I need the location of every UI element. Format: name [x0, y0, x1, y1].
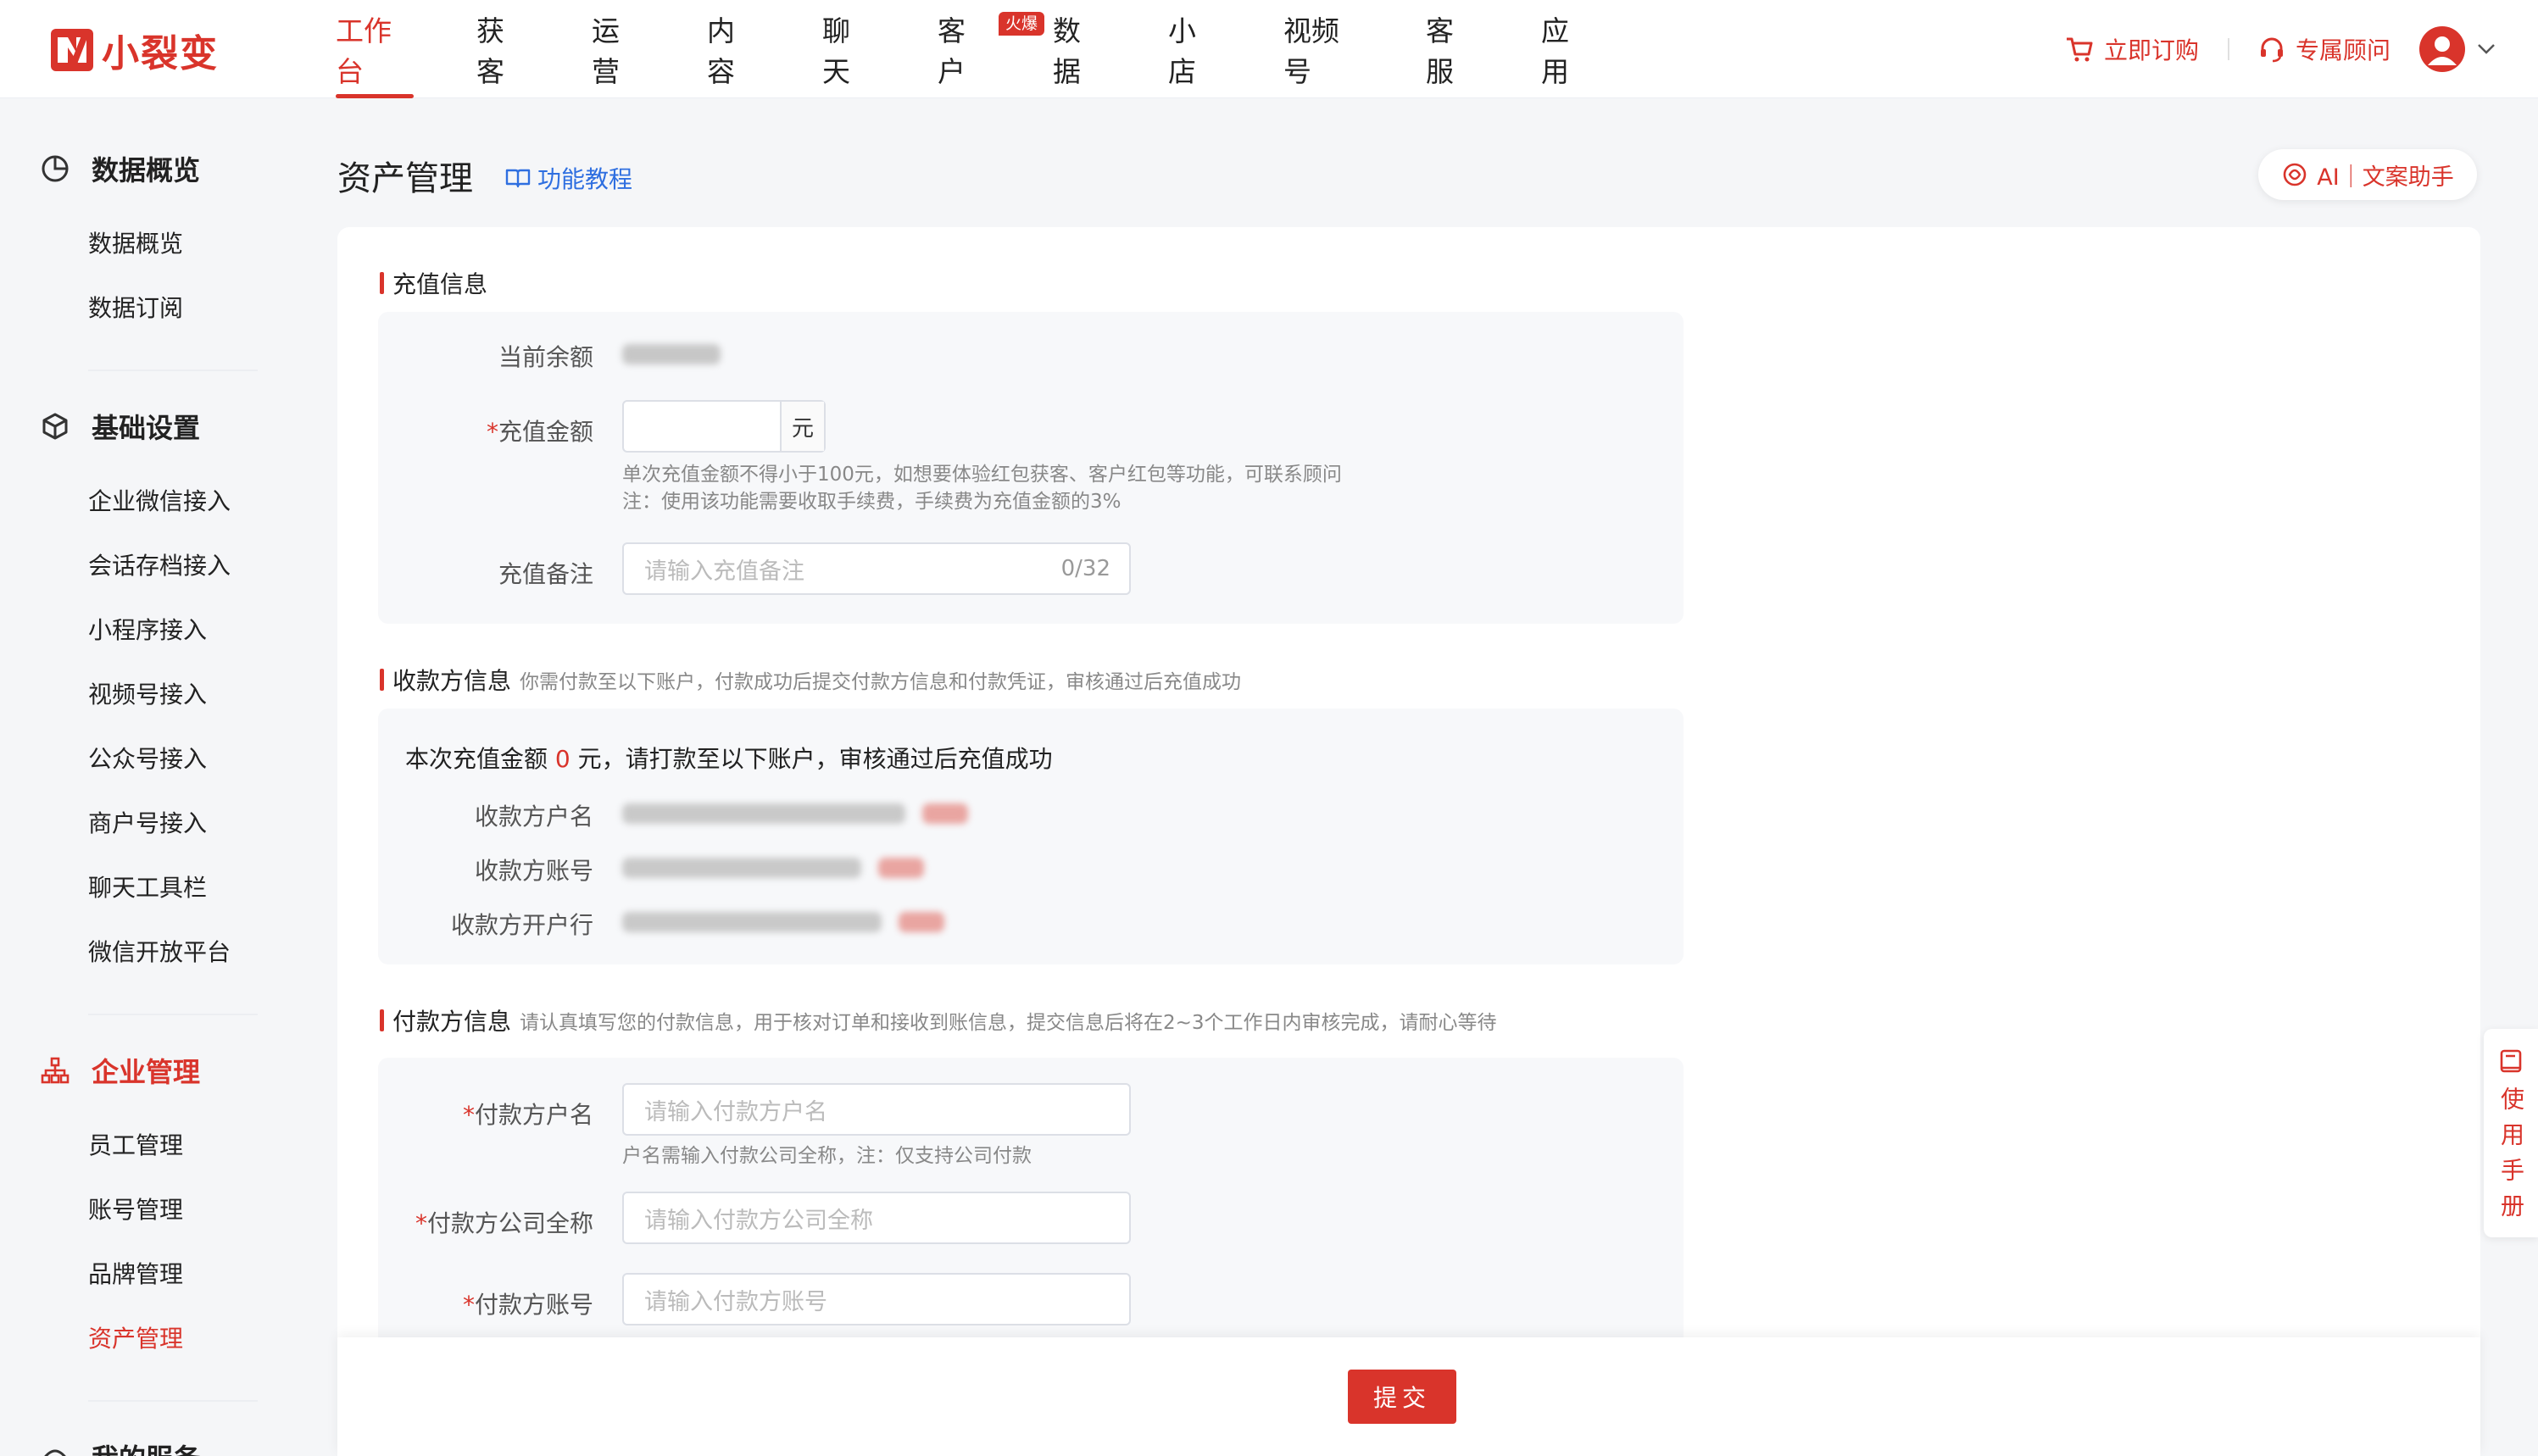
payer-company-input[interactable]: 请输入付款方公司全称: [622, 1192, 1131, 1244]
sidebar-item-accounts[interactable]: 账号管理: [88, 1193, 183, 1227]
remark-counter: 0/32: [1060, 556, 1110, 581]
submit-button[interactable]: 提交: [1348, 1370, 1456, 1424]
amount-hint: 单次充值金额不得小于100元，如想要体验红包获客、客户红包等功能，可联系顾问: [622, 464, 1342, 486]
nav-item-apps[interactable]: 应用: [1541, 0, 1594, 98]
nav-item-content[interactable]: 内容: [707, 0, 760, 98]
sidebar-group-enterprise[interactable]: 企业管理: [41, 1049, 200, 1092]
payer-section-subtitle: 请认真填写您的付款信息，用于核对订单和接收到账信息，提交信息后将在2~3个工作日…: [520, 1012, 1497, 1034]
chevron-down-icon[interactable]: [2477, 43, 2496, 55]
payer-name-label: *付款方户名: [462, 1101, 593, 1129]
payee-section-subtitle: 你需付款至以下账户，付款成功后提交付款方信息和付款凭证，审核通过后充值成功: [520, 671, 1242, 693]
payee-bank-redacted: [622, 912, 882, 932]
payer-company-label: *付款方公司全称: [415, 1209, 593, 1237]
sidebar-item-wecom[interactable]: 企业微信接入: [88, 485, 231, 519]
payee-summary: 本次充值金额 0 元，请打款至以下账户，审核通过后充值成功: [405, 745, 1053, 773]
header-divider: [2227, 38, 2229, 60]
user-manual-tab[interactable]: 使用手册: [2484, 1029, 2538, 1237]
sidebar-group-my-services[interactable]: 我的服务: [41, 1436, 200, 1456]
amount-label: *充值金额: [486, 418, 593, 446]
sidebar: 数据概览 数据概览 数据订阅 基础设置 企业微信接入 会话存档接入 小程序接入 …: [0, 100, 305, 1456]
ai-copywriting-button[interactable]: AI｜文案助手: [2258, 149, 2477, 200]
amount-input[interactable]: 元: [622, 400, 826, 453]
sidebar-divider: [88, 1400, 258, 1402]
main-nav: 工作台 获客 运营 内容 聊天 客户 数据 小店 视频号 客服 应用: [336, 0, 1594, 98]
nav-item-chat[interactable]: 聊天: [822, 0, 875, 98]
cube-icon: [42, 413, 68, 440]
sidebar-item-channels[interactable]: 视频号接入: [88, 678, 207, 712]
user-avatar[interactable]: [2419, 26, 2465, 72]
nav-item-service[interactable]: 客服: [1426, 0, 1478, 98]
remark-label: 充值备注: [498, 560, 593, 588]
advisor-link[interactable]: 专属顾问: [2258, 32, 2391, 66]
ai-swirl-icon: [2283, 163, 2307, 186]
nav-item-acquire[interactable]: 获客: [476, 0, 529, 98]
nav-item-customer[interactable]: 客户: [938, 0, 990, 98]
tutorial-link[interactable]: 功能教程: [505, 161, 632, 195]
recharge-section-title: 充值信息: [380, 266, 487, 300]
sidebar-divider: [88, 1014, 258, 1015]
subscribe-link[interactable]: 立即订购: [2065, 32, 2199, 66]
cart-icon: [2066, 37, 2093, 62]
nav-item-operate[interactable]: 运营: [592, 0, 644, 98]
nav-item-channels[interactable]: 视频号: [1283, 0, 1363, 98]
form-footer: 提交: [337, 1337, 2480, 1456]
page-title: 资产管理: [337, 159, 473, 198]
nav-item-data[interactable]: 数据: [1053, 0, 1105, 98]
sidebar-item-brand[interactable]: 品牌管理: [88, 1258, 183, 1292]
payee-account-label: 收款方账号: [474, 857, 593, 885]
sidebar-item-chat-toolbar[interactable]: 聊天工具栏: [88, 871, 207, 905]
sidebar-item-staff[interactable]: 员工管理: [88, 1129, 183, 1163]
payer-section-title: 付款方信息 请认真填写您的付款信息，用于核对订单和接收到账信息，提交信息后将在2…: [380, 1003, 1497, 1037]
sidebar-item-miniprogram[interactable]: 小程序接入: [88, 614, 207, 647]
manual-book-icon: [2500, 1049, 2522, 1073]
user-manual-label: 使用手册: [2497, 1086, 2525, 1229]
copy-payee-account-button[interactable]: [878, 858, 924, 878]
sidebar-group-basic-settings[interactable]: 基础设置: [41, 405, 200, 447]
service-icon: [44, 1449, 66, 1456]
payer-name-input[interactable]: 请输入付款方户名: [622, 1083, 1131, 1136]
remark-input[interactable]: 请输入充值备注 0/32: [622, 542, 1131, 595]
nav-item-shop[interactable]: 小店: [1168, 0, 1221, 98]
brand-logo[interactable]: 小裂变: [51, 27, 219, 75]
hot-badge: 火爆: [999, 12, 1045, 36]
payer-account-label: *付款方账号: [462, 1291, 593, 1319]
amount-fee-note: 注：使用该功能需要收取手续费，手续费为充值金额的3%: [622, 491, 1122, 513]
book-icon: [505, 169, 531, 188]
payee-bank-label: 收款方开户行: [450, 911, 593, 939]
balance-value-redacted: [622, 344, 721, 364]
sidebar-item-merchant[interactable]: 商户号接入: [88, 807, 207, 841]
sidebar-divider: [88, 370, 258, 371]
sidebar-item-data-subscription[interactable]: 数据订阅: [88, 292, 183, 325]
sidebar-item-data-overview[interactable]: 数据概览: [88, 227, 183, 261]
sidebar-item-official-account[interactable]: 公众号接入: [88, 742, 207, 776]
payer-account-input[interactable]: 请输入付款方账号: [622, 1273, 1131, 1325]
balance-label: 当前余额: [498, 343, 593, 371]
header-right: 立即订购 专属顾问: [2065, 25, 2496, 73]
payee-name-label: 收款方户名: [474, 803, 593, 831]
sidebar-item-open-platform[interactable]: 微信开放平台: [88, 936, 231, 970]
payee-summary-amount: 0: [554, 745, 570, 773]
top-bar: 小裂变 工作台 获客 运营 内容 聊天 客户 数据 小店 视频号 客服 应用 火…: [0, 0, 2538, 98]
nav-item-workbench[interactable]: 工作台: [336, 0, 414, 98]
copy-payee-bank-button[interactable]: [899, 912, 944, 932]
amount-unit: 元: [780, 402, 824, 451]
brand-logo-icon: [51, 29, 93, 71]
payer-name-hint: 户名需输入付款公司全称，注：仅支持公司付款: [622, 1145, 1032, 1167]
pie-chart-icon: [42, 155, 69, 182]
payee-section-title: 收款方信息 你需付款至以下账户，付款成功后提交付款方信息和付款凭证，审核通过后充…: [380, 663, 1241, 697]
brand-name: 小裂变: [102, 32, 219, 75]
org-chart-icon: [41, 1057, 70, 1084]
sidebar-item-assets[interactable]: 资产管理: [88, 1322, 183, 1356]
payee-account-redacted: [622, 858, 861, 878]
sidebar-item-chat-archive[interactable]: 会话存档接入: [88, 549, 231, 583]
headset-icon: [2260, 37, 2283, 63]
payee-name-redacted: [622, 803, 905, 824]
sidebar-group-data-overview[interactable]: 数据概览: [41, 147, 200, 190]
copy-payee-name-button[interactable]: [922, 803, 968, 824]
